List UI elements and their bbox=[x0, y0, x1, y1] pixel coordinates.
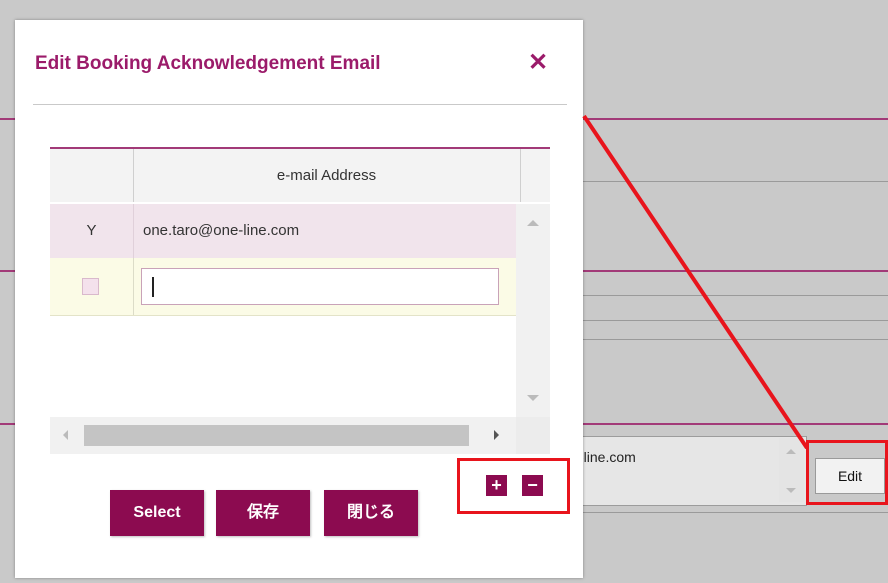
annotation-arrow-line bbox=[582, 114, 809, 450]
